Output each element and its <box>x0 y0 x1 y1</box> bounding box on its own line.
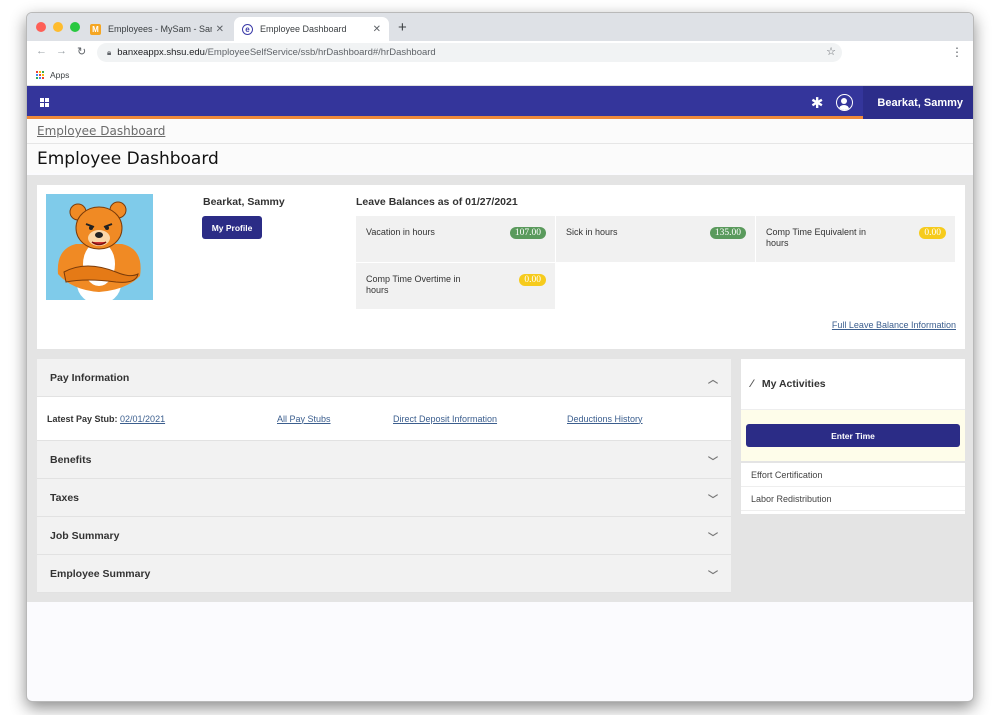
leave-balance-comp-equivalent: Comp Time Equivalent in hours 0.00 <box>756 216 955 262</box>
profile-card: Bearkat, Sammy My Profile Leave Balances… <box>37 185 965 349</box>
bookmarks-bar: Apps <box>27 64 973 86</box>
tab-employees-mysam[interactable]: M Employees - MySam - Sam Ho ✕ <box>82 17 232 41</box>
profile-name: Bearkat, Sammy <box>203 196 285 208</box>
my-activities-panel: ⁄ My Activities Enter Time Effort Certif… <box>741 359 965 514</box>
gear-icon[interactable]: ✱ <box>811 94 824 112</box>
leave-label: Comp Time Overtime in hours <box>366 274 461 295</box>
new-tab-button[interactable]: + <box>398 19 407 36</box>
leave-value-badge: 107.00 <box>509 227 546 239</box>
pay-accordion: Pay Information ︿ Latest Pay Stub: 02/01… <box>37 359 731 594</box>
chevron-down-icon[interactable]: ﹀ <box>708 567 718 582</box>
browser-toolbar: ← → ↻ 🔒︎ banxeappx.shsu.edu/EmployeeSelf… <box>27 41 973 64</box>
tab-strip: M Employees - MySam - Sam Ho ✕ e Employe… <box>27 13 973 41</box>
enter-time-section: Enter Time <box>741 410 965 463</box>
my-profile-button[interactable]: My Profile <box>202 216 262 239</box>
leave-balance-vacation: Vacation in hours 107.00 <box>356 216 555 262</box>
leave-value-badge: 0.00 <box>519 274 546 286</box>
direct-deposit-link[interactable]: Direct Deposit Information <box>393 414 497 424</box>
user-icon[interactable] <box>836 94 854 111</box>
avatar <box>46 194 153 300</box>
chevron-down-icon[interactable]: ﹀ <box>708 529 718 544</box>
pay-information-body: Latest Pay Stub: 02/01/2021 All Pay Stub… <box>37 397 731 441</box>
maximize-window-button[interactable] <box>70 22 80 32</box>
leave-balances-grid: Vacation in hours 107.00 Sick in hours 1… <box>356 216 956 309</box>
user-name-menu[interactable]: Bearkat, Sammy <box>863 86 973 119</box>
chevron-down-icon[interactable]: ﹀ <box>708 491 718 506</box>
bearkat-mascot-icon <box>57 201 141 300</box>
url-host: banxeappx.shsu.edu <box>117 47 205 58</box>
full-leave-balance-link[interactable]: Full Leave Balance Information <box>832 320 956 330</box>
accordion-job-summary[interactable]: Job Summary ﹀ <box>37 517 731 555</box>
my-activities-title: My Activities <box>761 378 826 390</box>
latest-pay-stub-link[interactable]: 02/01/2021 <box>120 414 165 424</box>
accordion-employee-summary[interactable]: Employee Summary ﹀ <box>37 555 731 593</box>
all-pay-stubs-link[interactable]: All Pay Stubs <box>277 414 331 424</box>
breadcrumb: Employee Dashboard <box>27 119 973 144</box>
close-tab-icon[interactable]: ✕ <box>373 24 381 35</box>
browser-menu-icon[interactable]: ⋮ <box>951 45 963 59</box>
chevron-up-icon[interactable]: ︿ <box>708 371 718 386</box>
accordion-title: Job Summary <box>50 529 120 542</box>
bookmark-apps[interactable]: Apps <box>50 70 69 80</box>
forward-arrow-icon[interactable]: → <box>56 45 67 57</box>
browser-window: M Employees - MySam - Sam Ho ✕ e Employe… <box>26 12 974 702</box>
leave-balance-comp-overtime: Comp Time Overtime in hours 0.00 <box>356 263 555 309</box>
tab-employee-dashboard[interactable]: e Employee Dashboard ✕ <box>234 17 389 41</box>
leave-label: Comp Time Equivalent in hours <box>766 227 867 248</box>
accordion-title: Taxes <box>50 491 79 504</box>
lock-icon: 🔒︎ <box>107 47 112 57</box>
accordion-title: Benefits <box>50 453 92 466</box>
ellucian-favicon-icon: e <box>242 23 253 35</box>
chevron-down-icon[interactable]: ﹀ <box>708 453 718 468</box>
tab-title: Employee Dashboard <box>260 24 347 34</box>
breadcrumb-link[interactable]: Employee Dashboard <box>37 124 165 138</box>
my-activities-header: ⁄ My Activities <box>741 359 965 410</box>
accordion-taxes[interactable]: Taxes ﹀ <box>37 479 731 517</box>
grid-menu-icon[interactable] <box>40 98 49 107</box>
leave-value-badge: 0.00 <box>919 227 946 239</box>
accordion-benefits[interactable]: Benefits ﹀ <box>37 441 731 479</box>
leave-value-badge: 135.00 <box>709 227 746 239</box>
url-path: /EmployeeSelfService/ssb/hrDashboard#/hr… <box>204 47 436 58</box>
close-tab-icon[interactable]: ✕ <box>216 24 224 35</box>
enter-time-button[interactable]: Enter Time <box>746 424 960 447</box>
apps-grid-icon <box>36 70 44 79</box>
window-controls <box>36 22 80 32</box>
back-arrow-icon[interactable]: ← <box>36 45 47 57</box>
accordion-title: Pay Information <box>50 371 130 384</box>
bookmark-star-icon[interactable]: ☆ <box>826 45 836 58</box>
leave-label: Sick in hours <box>566 227 618 237</box>
dashboard-content: Bearkat, Sammy My Profile Leave Balances… <box>27 175 973 602</box>
leave-balance-sick: Sick in hours 135.00 <box>556 216 755 262</box>
minimize-window-button[interactable] <box>53 22 63 32</box>
activity-effort-certification[interactable]: Effort Certification <box>741 463 965 487</box>
latest-pay-stub-label: Latest Pay Stub: <box>47 413 118 424</box>
activity-labor-redistribution[interactable]: Labor Redistribution <box>741 487 965 511</box>
accordion-pay-information[interactable]: Pay Information ︿ <box>37 359 731 397</box>
page-title: Employee Dashboard <box>27 144 973 173</box>
close-window-button[interactable] <box>36 22 46 32</box>
app-header: ✱ Bearkat, Sammy <box>27 86 973 119</box>
address-bar[interactable]: 🔒︎ banxeappx.shsu.edu/EmployeeSelfServic… <box>97 43 842 62</box>
deductions-history-link[interactable]: Deductions History <box>567 414 643 424</box>
leave-balances-title: Leave Balances as of 01/27/2021 <box>356 196 518 208</box>
accordion-title: Employee Summary <box>50 567 151 580</box>
reload-icon[interactable]: ↻ <box>77 45 86 58</box>
mysam-favicon-icon: M <box>90 23 101 35</box>
tab-title: Employees - MySam - Sam Ho <box>108 24 212 34</box>
leave-label: Vacation in hours <box>366 227 435 237</box>
magic-wand-icon: ⁄ <box>751 378 753 390</box>
